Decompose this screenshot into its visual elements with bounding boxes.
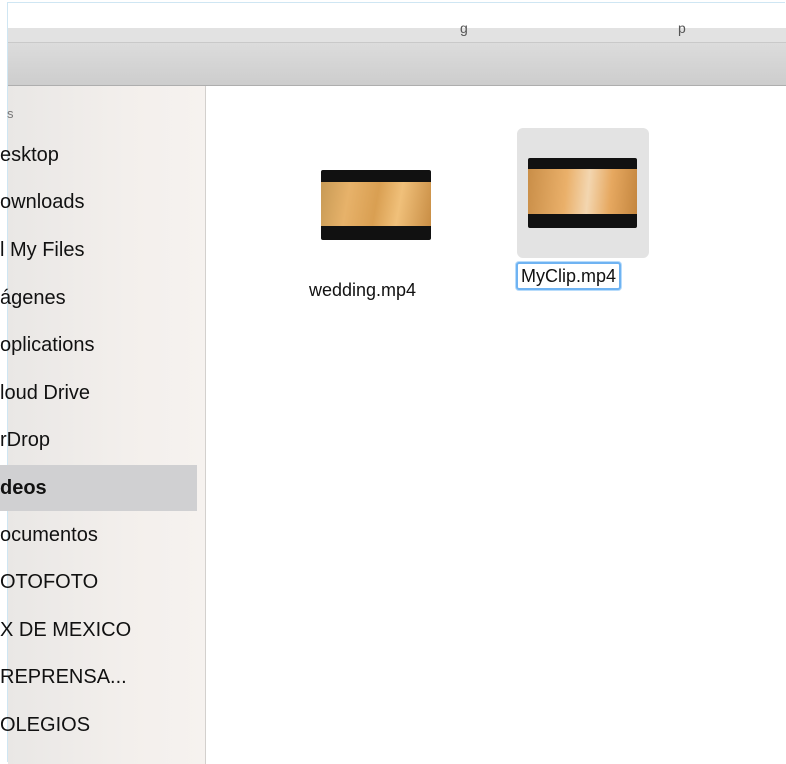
- window-title-fragment: g: [460, 20, 468, 36]
- sidebar-item-label: deos: [0, 477, 47, 499]
- sidebar-item-label: X DE MEXICO: [0, 619, 132, 641]
- video-file-icon: [321, 170, 431, 240]
- sidebar-item-applications[interactable]: oplications: [0, 322, 197, 368]
- sidebar-item-reprensa[interactable]: REPRENSA...: [0, 654, 197, 700]
- sidebar-item-label: ownloads: [0, 191, 85, 213]
- video-thumbnail: [528, 169, 637, 214]
- sidebar-item-videos[interactable]: deos: [0, 465, 197, 511]
- sidebar-item-icloud-drive[interactable]: loud Drive: [0, 370, 197, 416]
- sidebar-item-label: OTOFOTO: [0, 571, 99, 593]
- sidebar-item-label: rDrop: [0, 429, 51, 451]
- sidebar-item-airdrop[interactable]: rDrop: [0, 417, 197, 463]
- file-browser-content[interactable]: [206, 86, 786, 764]
- video-thumbnail: [321, 182, 431, 226]
- sidebar-item-downloads[interactable]: ownloads: [0, 179, 197, 225]
- toolbar: [8, 43, 786, 86]
- sidebar-item-label: REPRENSA...: [0, 666, 127, 688]
- sidebar-item-label: ocumentos: [0, 524, 98, 546]
- sidebar-item-label: l My Files: [0, 239, 85, 261]
- sidebar-item-desktop[interactable]: esktop: [0, 132, 197, 178]
- sidebar-item-all-my-files[interactable]: l My Files: [0, 227, 197, 273]
- sidebar-item-imagenes[interactable]: ágenes: [0, 275, 197, 321]
- video-file-icon: [528, 158, 637, 228]
- sidebar-section-heading: s: [7, 106, 14, 121]
- file-name-label: wedding.mp4: [309, 280, 417, 300]
- title-bar[interactable]: g p: [8, 20, 786, 43]
- sidebar-item-label: loud Drive: [0, 382, 91, 404]
- sidebar-item-fotofoto[interactable]: OTOFOTO: [0, 559, 197, 605]
- sidebar-item-documentos[interactable]: ocumentos: [0, 512, 197, 558]
- file-rename-field[interactable]: MyClip.mp4: [516, 262, 622, 290]
- sidebar-item-label: esktop: [0, 144, 59, 166]
- window-title-fragment: p: [678, 20, 686, 36]
- sidebar-item-label: ágenes: [0, 287, 66, 309]
- sidebar-item-df-de-mexico[interactable]: X DE MEXICO: [0, 607, 197, 653]
- sidebar-item-colegios[interactable]: OLEGIOS: [0, 702, 197, 748]
- sidebar-item-label: oplications: [0, 334, 95, 356]
- sidebar-item-label: OLEGIOS: [0, 714, 91, 736]
